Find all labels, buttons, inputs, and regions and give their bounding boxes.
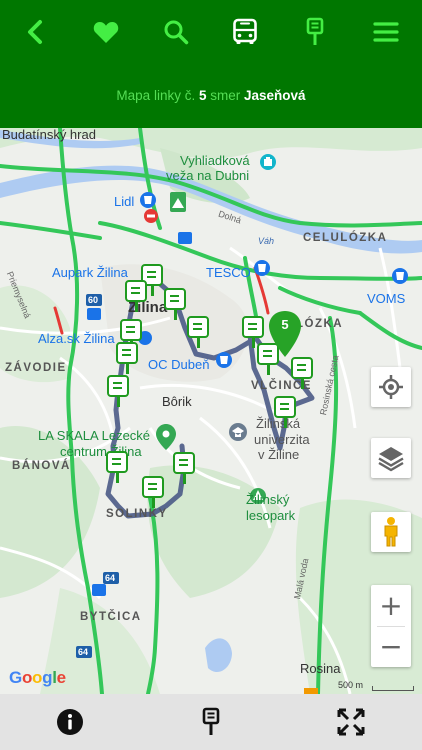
search-icon: [164, 20, 189, 45]
map-label-lidl: Lidl: [114, 194, 135, 209]
map-label-vyhliadkova: Vyhliadková: [180, 153, 250, 168]
nav-row: [0, 0, 422, 66]
map-label-borik: Bôrik: [162, 394, 192, 409]
heart-icon: [93, 22, 119, 43]
page-title: Mapa linky č. 5 smer Jaseňová: [0, 88, 422, 103]
bus-stop-marker[interactable]: [107, 375, 129, 407]
pin-line-number: 5: [281, 317, 289, 332]
title-direction-word: smer: [210, 88, 241, 103]
map-label-uni-2: univerzita: [254, 432, 310, 447]
my-location-button[interactable]: [371, 367, 411, 407]
map-label-celulozka: CELULÓZKA: [303, 232, 388, 244]
map-label-bytcica: BYTČICA: [80, 611, 142, 623]
road-shield-64a: 64: [105, 573, 116, 583]
map-scale-label: 500 m: [338, 680, 364, 690]
bus-stop-marker[interactable]: [291, 357, 313, 389]
bus-stop-marker[interactable]: [274, 396, 296, 428]
map-label-lesopark-1: Žilinský: [246, 492, 290, 507]
map-label-budatinsky-hrad: Budatínský hrad: [2, 128, 96, 142]
map-label-veza-na-dubni: veža na Dubni: [166, 168, 250, 183]
map-label-aupark: Aupark Žilina: [52, 265, 128, 280]
map-label-lesopark-2: lesopark: [246, 508, 296, 523]
route-map[interactable]: Budatínský hrad Vyhliadková veža na Dubn…: [0, 128, 422, 694]
bus-stop-marker[interactable]: [187, 316, 209, 348]
map-label-la-skala-1: LA SKALA Lezecké: [38, 428, 151, 443]
favorite-button[interactable]: [86, 12, 126, 52]
map-scale-bar: [372, 686, 414, 691]
google-logo: Google: [9, 668, 66, 687]
map-label-la-skala-2: centrum Žilina: [60, 444, 142, 459]
bus-stop-marker[interactable]: [164, 288, 186, 320]
zoom-control: + −: [371, 585, 411, 667]
map-label-solinky: SOLINKY: [106, 508, 168, 520]
zoom-in-button[interactable]: +: [371, 585, 411, 626]
search-button[interactable]: [156, 12, 196, 52]
bus-stop-marker[interactable]: [142, 476, 164, 508]
bus-stop-icon: [202, 707, 220, 735]
map-label-tesco: TESCO: [206, 265, 251, 280]
bus-stop-marker[interactable]: [173, 452, 195, 484]
bus-icon: [233, 18, 257, 44]
map-label-voms: VOMS: [367, 291, 406, 306]
map-label-banova: BÁNOVÁ: [12, 460, 71, 472]
street-view-button[interactable]: [371, 512, 411, 552]
fullscreen-icon: [337, 708, 365, 736]
bottom-toolbar: [0, 694, 422, 750]
line-start-pin[interactable]: 5: [267, 309, 303, 359]
line-number: 5: [198, 88, 207, 103]
pegman-icon: [384, 517, 398, 547]
map-label-vah: Váh: [258, 236, 275, 246]
map-label-oc-duben: OC Dubeň: [148, 357, 210, 372]
title-prefix: Mapa linky č.: [116, 88, 196, 103]
my-location-icon: [379, 375, 403, 399]
road-shield-60: 60: [88, 295, 99, 305]
stops-list-button[interactable]: [193, 704, 229, 740]
map-label-zavodie: ZÁVODIE: [5, 362, 67, 374]
layers-icon: [378, 447, 404, 472]
fullscreen-button[interactable]: [333, 704, 369, 740]
bus-stop-marker[interactable]: [125, 280, 147, 312]
map-label-alza: Alza.sk Žilina: [38, 331, 115, 346]
map-label-uni-3: v Žiline: [258, 447, 300, 462]
app-header: Mapa linky č. 5 smer Jaseňová: [0, 0, 422, 128]
line-destination: Jaseňová: [244, 88, 306, 103]
map-label-lozka: LÓZKA: [296, 318, 344, 330]
zoom-out-button[interactable]: −: [371, 626, 411, 667]
stops-button[interactable]: [295, 12, 335, 52]
chevron-left-icon: [28, 20, 42, 44]
line-map-tab[interactable]: [225, 12, 265, 52]
back-button[interactable]: [15, 12, 55, 52]
bus-stop-icon: [306, 17, 324, 45]
bus-stop-marker[interactable]: [106, 451, 128, 483]
layers-button[interactable]: [371, 438, 411, 478]
map-label-rosina: Rosina: [300, 661, 341, 676]
map-background: [0, 128, 422, 694]
info-button[interactable]: [52, 704, 88, 740]
bus-stop-marker[interactable]: [116, 342, 138, 374]
road-shield-64b: 64: [78, 647, 89, 657]
menu-icon: [373, 22, 399, 42]
menu-button[interactable]: [366, 12, 406, 52]
info-icon: [57, 709, 83, 735]
